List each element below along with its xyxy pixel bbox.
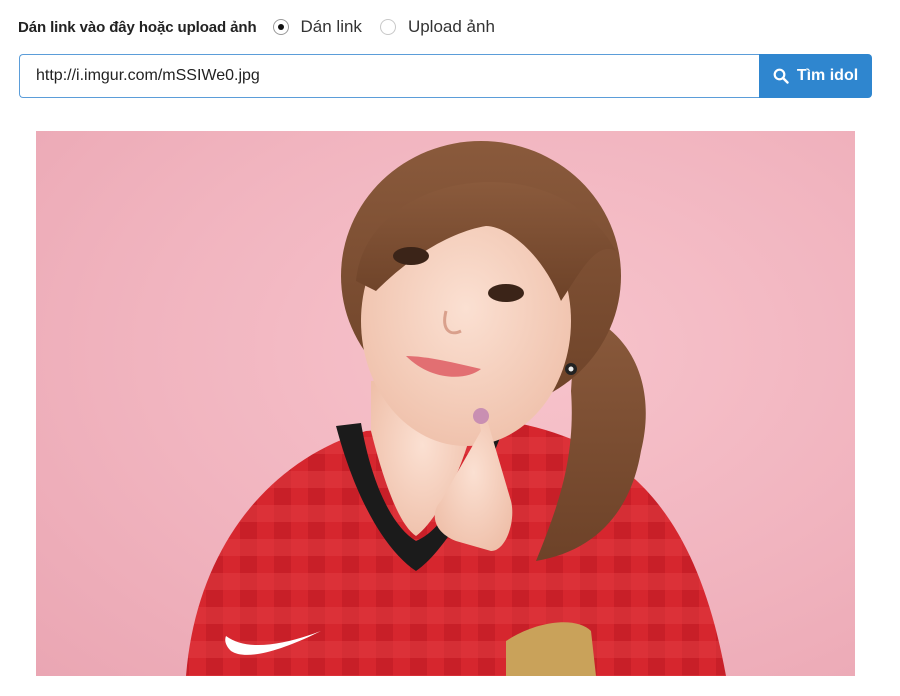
option-upload-image[interactable]: Upload ảnh: [379, 17, 495, 37]
prompt-label: Dán link vào đây hoặc upload ảnh: [18, 18, 257, 36]
paste-link-label: Dán link: [300, 17, 362, 36]
search-icon: [773, 68, 789, 84]
paste-link-radio[interactable]: [272, 19, 289, 35]
upload-image-label: Upload ảnh: [407, 17, 495, 36]
option-paste-link[interactable]: Dán link: [272, 17, 362, 37]
upload-image-radio[interactable]: [379, 19, 396, 35]
image-preview: [36, 131, 855, 676]
preview-photo: [186, 141, 726, 676]
find-idol-label: Tìm idol: [796, 67, 859, 84]
search-bar: Tìm idol: [19, 54, 872, 98]
find-idol-button[interactable]: Tìm idol: [759, 54, 872, 98]
source-selector: Dán link vào đây hoặc upload ảnh Dán lin…: [18, 12, 513, 42]
image-url-input[interactable]: [19, 54, 759, 98]
